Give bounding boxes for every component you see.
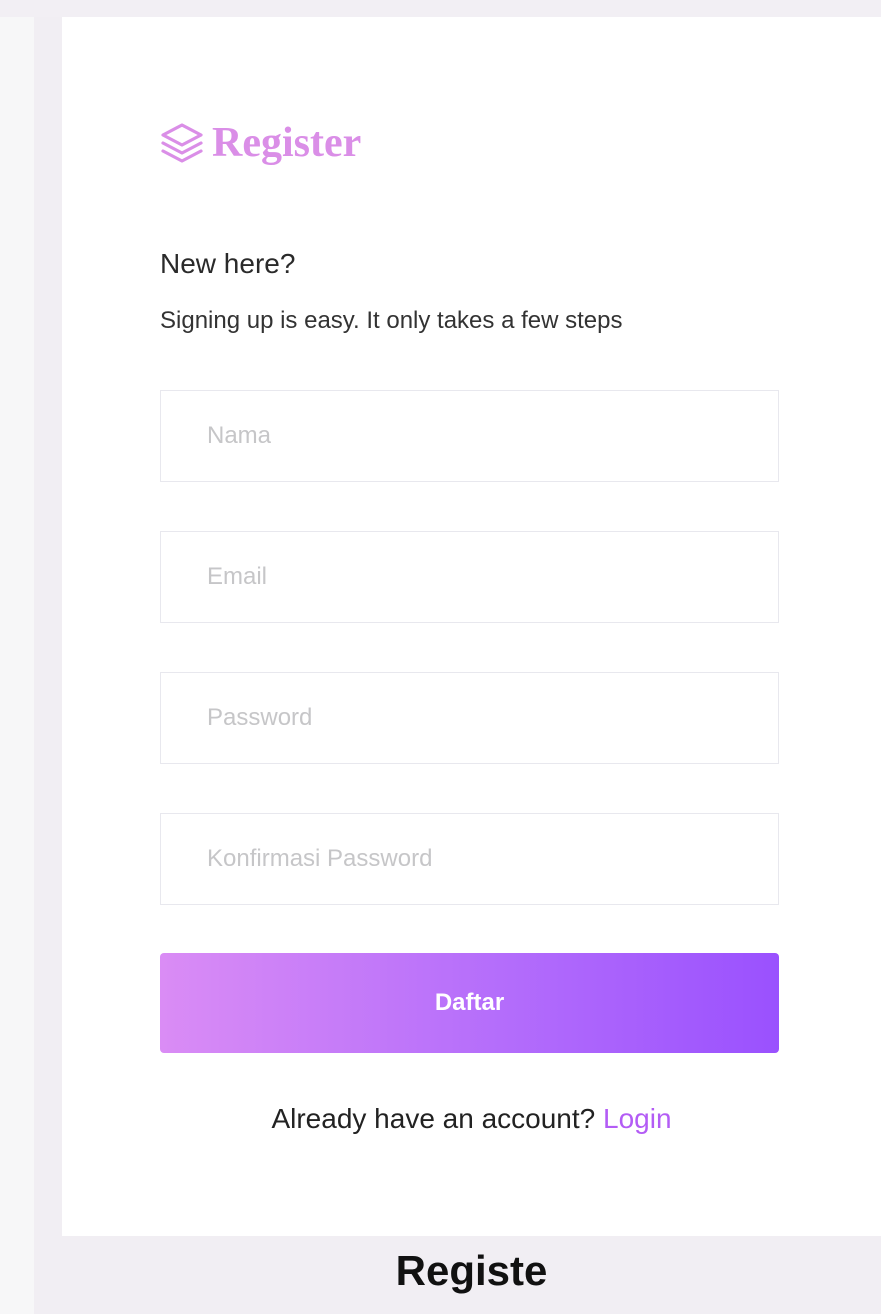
name-field[interactable] [160,390,779,482]
page-left-edge [0,0,34,1314]
form-heading: New here? [160,248,296,279]
password-field[interactable] [160,672,779,764]
login-prompt: Already have an account? Login [62,1103,881,1135]
login-link[interactable]: Login [603,1103,672,1134]
page-caption: Registe [395,1247,548,1294]
register-button[interactable]: Daftar [160,953,779,1053]
page-top-strip [0,0,881,17]
form-subheading: Signing up is easy. It only takes a few … [160,307,623,334]
brand-logo: Register [158,113,361,173]
confirm-password-field[interactable] [160,813,779,905]
register-card: Register New here? Signing up is easy. I… [62,17,881,1236]
login-prompt-text: Already have an account? [271,1103,596,1134]
brand-title: Register [212,120,362,166]
layers-icon [158,119,206,167]
email-field[interactable] [160,531,779,623]
